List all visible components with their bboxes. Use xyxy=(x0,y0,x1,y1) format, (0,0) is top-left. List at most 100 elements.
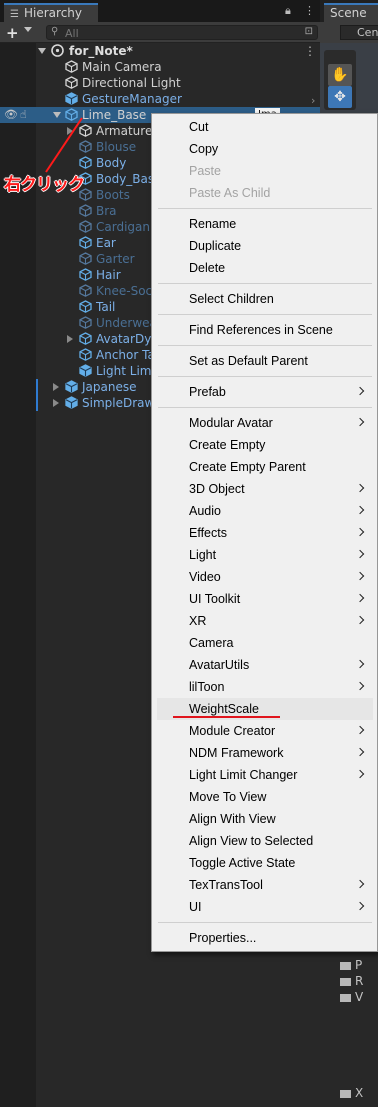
menu-item-label: Modular Avatar xyxy=(189,416,273,430)
menu-item-label: Effects xyxy=(189,526,227,540)
tab-scene[interactable]: Scene xyxy=(324,3,378,22)
prefab-cube-icon xyxy=(65,396,78,409)
menu-item-light[interactable]: Light xyxy=(157,544,373,566)
menu-item-create-empty-parent[interactable]: Create Empty Parent xyxy=(157,456,373,478)
scene-root-label: for_Note* xyxy=(69,44,133,58)
menu-item-label: Audio xyxy=(189,504,221,518)
more-options-icon[interactable]: ⋮ xyxy=(304,4,315,17)
menu-item-create-empty[interactable]: Create Empty xyxy=(157,434,373,456)
menu-item-module-creator[interactable]: Module Creator xyxy=(157,720,373,742)
project-folder[interactable]: X xyxy=(340,1085,363,1101)
chevron-right-icon xyxy=(355,571,365,581)
menu-item-label: TexTransTool xyxy=(189,878,263,892)
filter-icon[interactable]: ⊡ xyxy=(305,26,313,37)
menu-item-video[interactable]: Video xyxy=(157,566,373,588)
collapse-arrow-icon[interactable] xyxy=(67,127,73,135)
menu-item-label: lilToon xyxy=(189,680,225,694)
menu-item-select-children[interactable]: Select Children xyxy=(157,288,373,310)
chevron-down-icon[interactable] xyxy=(24,27,32,32)
menu-item-align-with-view[interactable]: Align With View xyxy=(157,808,373,830)
prefab-cube-icon xyxy=(65,92,78,105)
menu-item-modular-avatar[interactable]: Modular Avatar xyxy=(157,412,373,434)
menu-item-light-limit-changer[interactable]: Light Limit Changer xyxy=(157,764,373,786)
menu-item-3d-object[interactable]: 3D Object xyxy=(157,478,373,500)
scene-toolbar: Center xyxy=(320,22,378,43)
hierarchy-row-label: Armature xyxy=(96,124,153,138)
menu-item-effects[interactable]: Effects xyxy=(157,522,373,544)
menu-item-label: Delete xyxy=(189,261,226,275)
override-indicator xyxy=(36,379,38,395)
hierarchy-row[interactable]: GestureManager xyxy=(0,91,320,107)
collapse-arrow-icon[interactable] xyxy=(53,399,59,407)
create-button[interactable]: + xyxy=(6,24,19,42)
chevron-right-icon xyxy=(355,659,365,669)
unity-scene-icon xyxy=(51,44,64,57)
tab-hierarchy[interactable]: ☰ Hierarchy xyxy=(4,3,98,22)
hierarchy-row-label: Hair xyxy=(96,268,121,282)
folder-icon xyxy=(340,977,351,986)
scene-root-row[interactable]: for_Note* ⋮ xyxy=(0,43,320,59)
menu-item-find-references-in-scene[interactable]: Find References in Scene xyxy=(157,319,373,341)
expand-arrow-icon[interactable] xyxy=(53,112,61,118)
menu-item-audio[interactable]: Audio xyxy=(157,500,373,522)
menu-item-label: Module Creator xyxy=(189,724,276,738)
pivot-dropdown[interactable]: Center xyxy=(340,25,378,40)
hierarchy-tab-bar: ☰ Hierarchy 🔒︎ ⋮ xyxy=(0,0,320,22)
search-input[interactable] xyxy=(65,27,285,39)
menu-item-ui-toolkit[interactable]: UI Toolkit xyxy=(157,588,373,610)
move-tool-icon[interactable]: ✥ xyxy=(328,86,352,108)
prefab-cube-icon xyxy=(79,284,92,297)
menu-item-label: Find References in Scene xyxy=(189,323,333,337)
menu-item-textranstool[interactable]: TexTransTool xyxy=(157,874,373,896)
menu-item-ndm-framework[interactable]: NDM Framework xyxy=(157,742,373,764)
menu-item-label: Set as Default Parent xyxy=(189,354,308,368)
menu-item-rename[interactable]: Rename xyxy=(157,213,373,235)
menu-item-move-to-view[interactable]: Move To View xyxy=(157,786,373,808)
project-folder[interactable]: R xyxy=(340,973,363,989)
scene-more-icon[interactable]: ⋮ xyxy=(304,43,316,59)
context-menu: Cut Copy Paste Paste As Child Rename Duplicat… xyxy=(151,113,378,952)
chevron-right-icon xyxy=(355,769,365,779)
menu-item-copy[interactable]: Copy xyxy=(157,138,373,160)
visibility-eye-icon[interactable]: 👁︎ xyxy=(4,107,18,123)
menu-item-ui[interactable]: UI xyxy=(157,896,373,918)
chevron-right-icon xyxy=(355,505,365,515)
menu-item-cut[interactable]: Cut xyxy=(157,116,373,138)
menu-item-label: Video xyxy=(189,570,221,584)
hierarchy-row-label: SimpleDraw xyxy=(82,396,155,410)
menu-separator xyxy=(158,345,372,346)
menu-item-xr[interactable]: XR xyxy=(157,610,373,632)
hierarchy-toolbar: + ⚲ ⊡ xyxy=(0,22,320,43)
menu-item-duplicate[interactable]: Duplicate xyxy=(157,235,373,257)
menu-item-avatarutils[interactable]: AvatarUtils xyxy=(157,654,373,676)
project-folder[interactable]: P xyxy=(340,957,362,973)
menu-item-align-view-to-selected[interactable]: Align View to Selected xyxy=(157,830,373,852)
lock-icon[interactable]: 🔒︎ xyxy=(285,4,291,18)
chevron-right-icon xyxy=(355,549,365,559)
hierarchy-row-label: Main Camera xyxy=(82,60,162,74)
chevron-right-icon xyxy=(355,681,365,691)
collapse-arrow-icon[interactable] xyxy=(67,335,73,343)
menu-item-properties[interactable]: Properties... xyxy=(157,927,373,949)
list-icon: ☰ xyxy=(10,9,19,20)
search-box[interactable]: ⚲ ⊡ xyxy=(46,25,318,40)
hand-tool-icon[interactable]: ✋ xyxy=(328,64,352,86)
pickable-hand-icon[interactable]: ☝︎ xyxy=(20,107,27,123)
menu-item-camera[interactable]: Camera xyxy=(157,632,373,654)
project-folder[interactable]: V xyxy=(340,989,363,1005)
hierarchy-row[interactable]: Main Camera xyxy=(0,59,320,75)
menu-item-prefab[interactable]: Prefab xyxy=(157,381,373,403)
menu-item-toggle-active-state[interactable]: Toggle Active State xyxy=(157,852,373,874)
project-panel: P R V X xyxy=(320,943,378,1107)
right-click-annotation: 右クリック xyxy=(4,175,85,195)
gameobject-cube-icon xyxy=(65,76,78,89)
menu-item-label: Camera xyxy=(189,636,234,650)
menu-item-set-as-default-parent[interactable]: Set as Default Parent xyxy=(157,350,373,372)
menu-item-label: AvatarUtils xyxy=(189,658,250,672)
menu-item-delete[interactable]: Delete xyxy=(157,257,373,279)
menu-item-liltoon[interactable]: lilToon xyxy=(157,676,373,698)
hierarchy-row[interactable]: Directional Light xyxy=(0,75,320,91)
override-indicator xyxy=(36,395,38,411)
collapse-arrow-icon[interactable] xyxy=(53,383,59,391)
expand-arrow-icon[interactable] xyxy=(38,48,46,54)
